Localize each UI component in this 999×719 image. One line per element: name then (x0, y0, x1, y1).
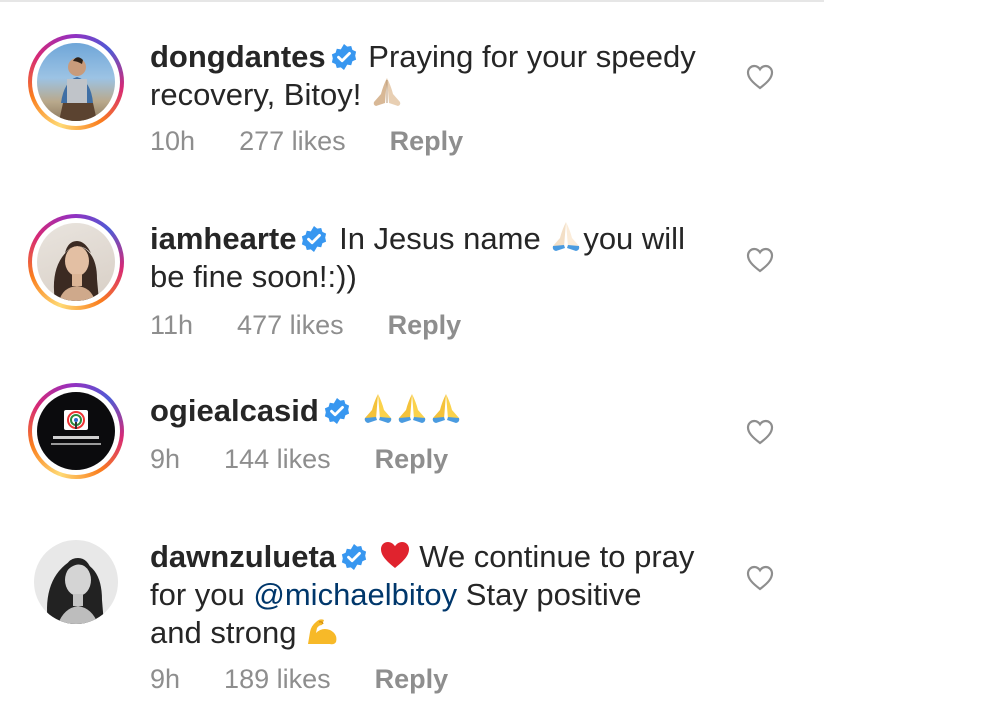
avatar-photo-icon (47, 558, 104, 624)
folded-hands-icon (399, 394, 426, 423)
reply-button[interactable]: Reply (390, 126, 464, 156)
timestamp: 9h (150, 664, 181, 694)
avatar-photo-icon (53, 241, 99, 301)
verified-badge-icon (341, 544, 367, 570)
reply-button[interactable]: Reply (388, 310, 462, 340)
comment-meta: 10h 277 likes Reply (150, 126, 507, 157)
verified-badge-icon (331, 44, 356, 70)
comment-meta: 11h 477 likes Reply (150, 310, 505, 341)
timestamp: 9h (150, 444, 181, 474)
comment-body: Praying for your speedy (368, 39, 696, 74)
timestamp: 10h (150, 126, 196, 156)
comment-body-line3: and strong (150, 615, 306, 650)
folded-hands-icon (373, 78, 401, 106)
likes-count[interactable]: 144 likes (224, 444, 331, 474)
reply-button[interactable]: Reply (375, 664, 449, 694)
like-heart-icon[interactable] (746, 565, 774, 591)
avatar[interactable] (28, 34, 124, 130)
verified-badge-icon (302, 226, 327, 252)
timestamp: 11h (150, 310, 194, 340)
username[interactable]: dawnzulueta (150, 539, 336, 574)
comment-body-line2a: for you (150, 577, 254, 612)
like-heart-icon[interactable] (746, 64, 774, 90)
comment-meta: 9h 144 likes Reply (150, 444, 492, 475)
comment-text: ogiealcasid (150, 392, 730, 430)
comment-body-line2b: Stay positive (457, 577, 642, 612)
folded-hands-icon (553, 222, 580, 251)
avatar[interactable] (28, 383, 124, 479)
avatar-photo-icon (59, 57, 97, 121)
like-heart-icon[interactable] (746, 419, 774, 445)
top-divider (0, 0, 824, 2)
flexed-biceps-icon (308, 619, 337, 645)
comment-body: We continue to pray (410, 539, 695, 574)
folded-hands-icon (433, 394, 460, 423)
username[interactable]: iamhearte (150, 221, 296, 256)
comment-text: dawnzulueta We continue to pray for you … (150, 538, 730, 652)
verified-badge-icon (324, 398, 349, 424)
network-logo-icon (51, 410, 101, 445)
comment-meta: 9h 189 likes Reply (150, 664, 492, 695)
likes-count[interactable]: 277 likes (239, 126, 346, 156)
mention-link[interactable]: @michaelbitoy (253, 577, 457, 612)
username[interactable]: dongdantes (150, 39, 326, 74)
avatar[interactable] (28, 214, 124, 310)
comment-body-line2: recovery, Bitoy! (150, 77, 370, 112)
reply-button[interactable]: Reply (375, 444, 449, 474)
comment-text: dongdantes Praying for your speedy recov… (150, 38, 730, 114)
likes-count[interactable]: 189 likes (224, 664, 331, 694)
like-heart-icon[interactable] (746, 247, 774, 273)
comment-body-cont: you will (583, 221, 685, 256)
comment-body: In Jesus name (339, 221, 550, 256)
likes-count[interactable]: 477 likes (237, 310, 344, 340)
red-heart-icon (380, 542, 409, 568)
comment-text: iamhearte In Jesus name you will be fine… (150, 220, 730, 296)
comment-body-line2: be fine soon!:)) (150, 259, 357, 294)
avatar[interactable] (28, 534, 124, 630)
folded-hands-icon (365, 394, 392, 423)
username[interactable]: ogiealcasid (150, 393, 319, 428)
